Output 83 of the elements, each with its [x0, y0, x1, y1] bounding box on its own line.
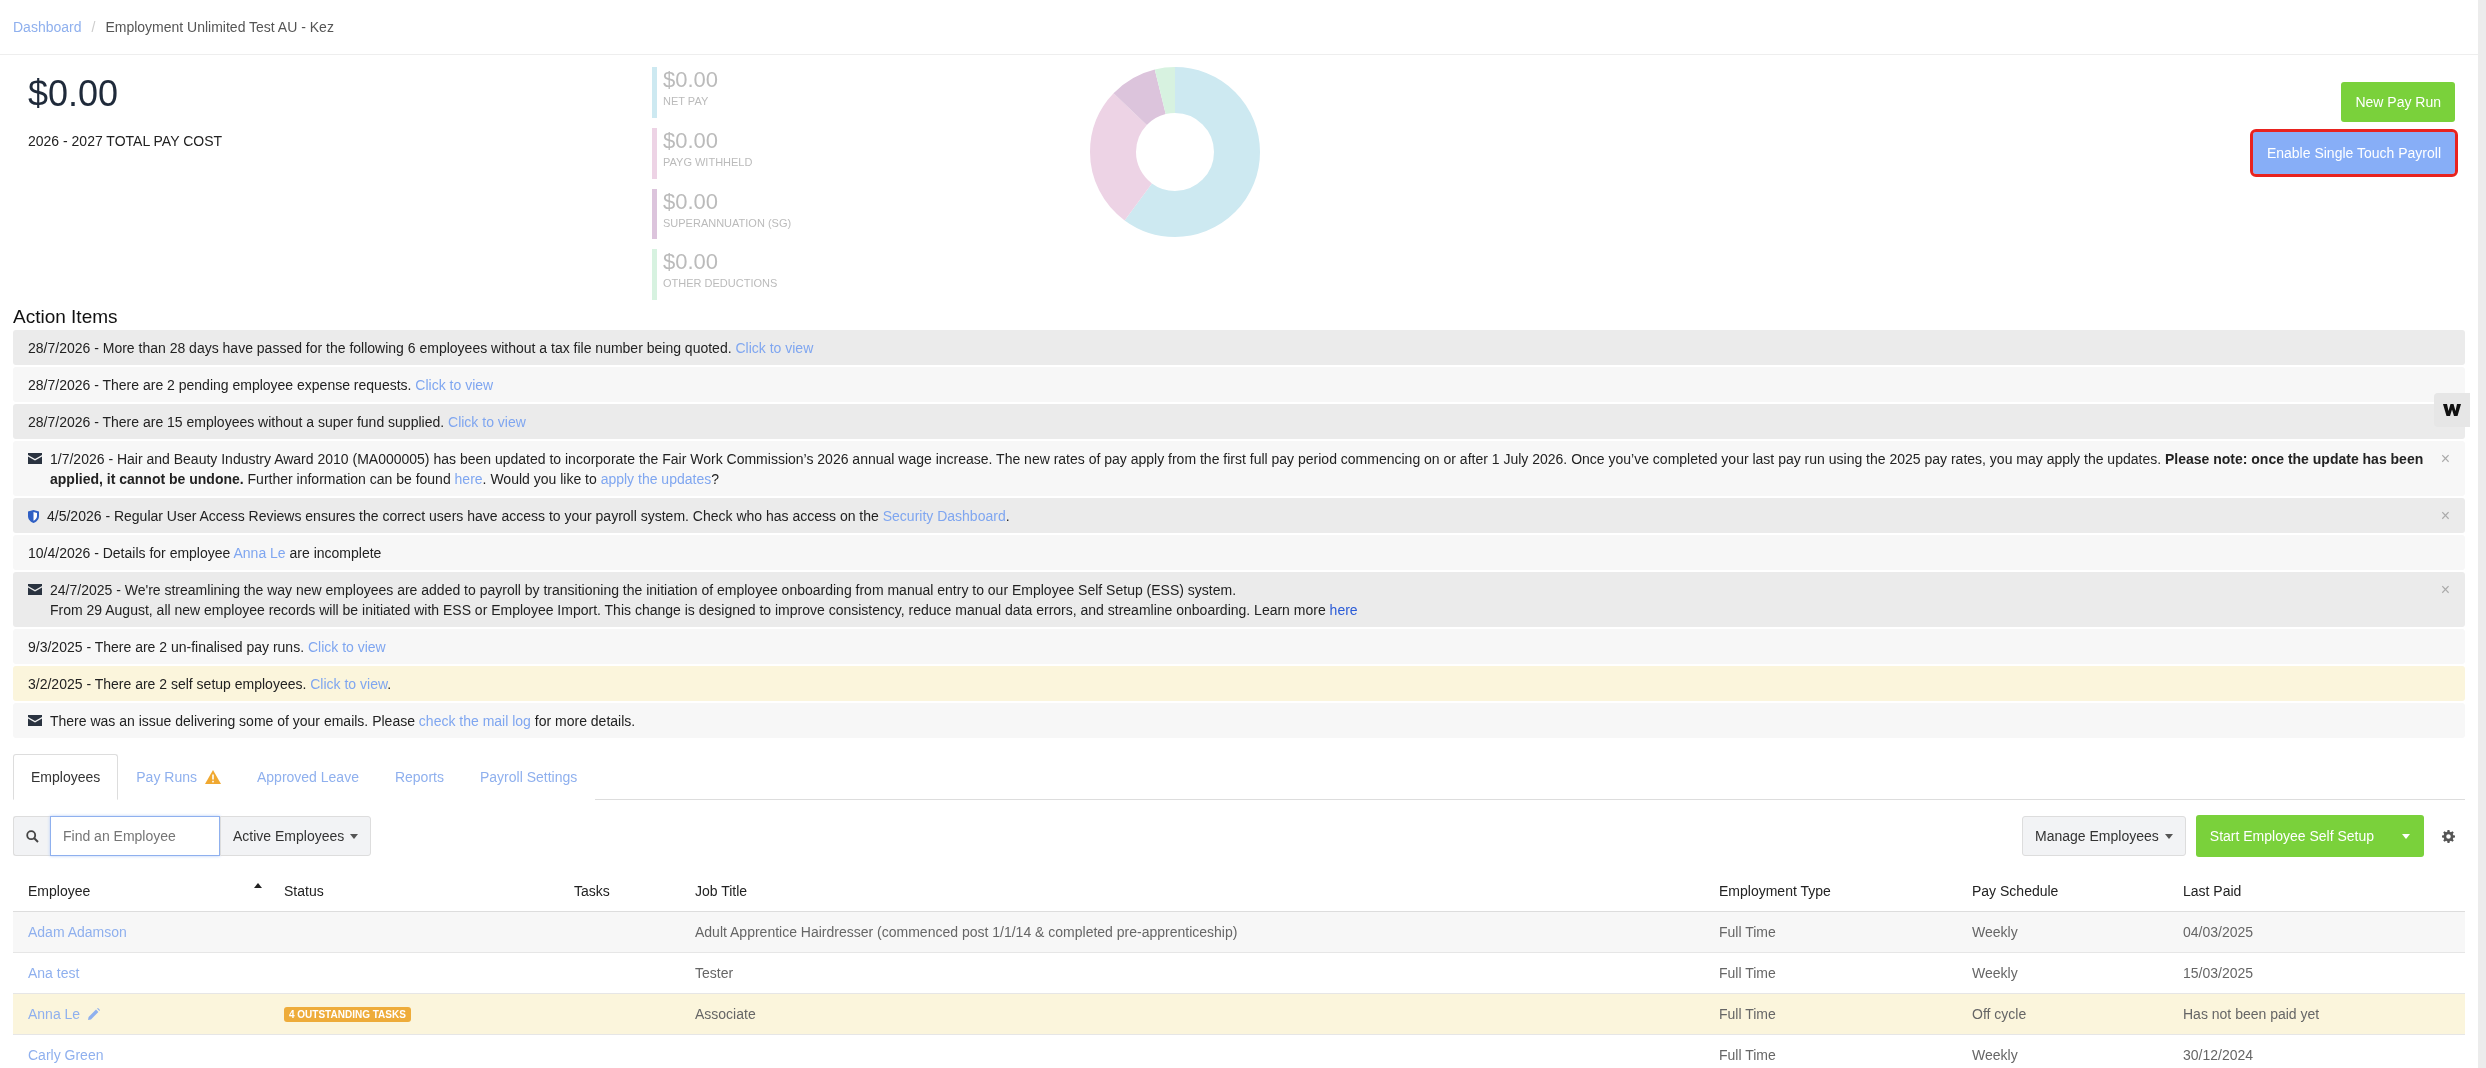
table-cell: Full Time [1719, 1047, 1776, 1063]
link[interactable]: Click to view [735, 340, 814, 356]
close-button[interactable]: × [2440, 449, 2450, 469]
caret-icon [2164, 833, 2173, 839]
column-header[interactable]: Tasks [574, 882, 610, 899]
table-cell: Adult Apprentice Hairdresser (commenced post 1/1/14 & completed pre-apprenticeship) [695, 924, 1238, 940]
breadcrumb-separator: / [91, 19, 96, 35]
link[interactable]: here [1329, 602, 1358, 618]
link[interactable]: Security Dashboard [882, 508, 1006, 524]
action-item-text: 3/2/2025 - There are 2 self setup employees. Click to view. [28, 675, 393, 694]
widget-logo-button[interactable] [2434, 393, 2470, 427]
legend-label: PAYG WITHHELD [663, 155, 753, 168]
settings-icon[interactable] [2442, 829, 2455, 843]
link[interactable]: Click to view [415, 377, 494, 393]
mail-icon [28, 715, 42, 726]
table-cell: Tester [695, 965, 734, 981]
link[interactable]: Click to view [307, 639, 386, 655]
table-cell: 30/12/2024 [2183, 1047, 2254, 1063]
table-cell: Full Time [1719, 1006, 1776, 1022]
tab[interactable]: Employees [13, 754, 119, 800]
employee-link[interactable]: Ana test [28, 965, 80, 981]
shield-icon [28, 510, 39, 523]
table-cell: Off cycle [1972, 1006, 2027, 1022]
action-item-text: 28/7/2026 - There are 2 pending employee expense requests. Click to view [28, 376, 495, 395]
column-header[interactable]: Job Title [695, 882, 748, 899]
employee-link[interactable]: Carly Green [28, 1047, 104, 1063]
action-item-text: 10/4/2026 - Details for employee Anna Le are incomplete [28, 544, 383, 563]
start-self-setup-button[interactable]: Start Employee Self Setup [2195, 815, 2424, 857]
table-cell: Full Time [1719, 965, 1776, 981]
table-cell: Weekly [1972, 1047, 2018, 1063]
action-item-text: 1/7/2026 - Hair and Beauty Industry Award 2010 (MA000005) has been updated to incorporate the Fair Work Commission’s 2026 annual wage increase. The new rates of pay apply from the first full pay period commencing on or after 1 July 2026. Once you’ve completed your last pay run using the 2025 pay rates, you may apply the updates. Please note: once the update has been applied, it cannot be undone. Further information can be found here. Would you like to apply the updates? [50, 450, 2425, 489]
table-cell: 15/03/2025 [2183, 965, 2254, 981]
total-amount: $0.00 [28, 73, 119, 115]
column-header[interactable]: Employment Type [1719, 882, 1831, 899]
search-icon [25, 829, 39, 843]
legend-amount: $0.00 [663, 67, 719, 93]
enable-stp-button[interactable]: Enable Single Touch Payroll [2252, 132, 2455, 174]
table-cell: Weekly [1972, 965, 2018, 981]
table-cell: 04/03/2025 [2183, 924, 2254, 940]
caret-icon [350, 833, 359, 839]
search-field[interactable]: Find an Employee [50, 816, 220, 856]
employee-link[interactable]: Adam Adamson [28, 924, 127, 940]
action-item-text: There was an issue delivering some of your emails. Please check the mail log for more details. [50, 712, 637, 731]
manage-employees-dropdown[interactable]: Manage Employees [2022, 816, 2186, 856]
breadcrumb-current: Employment Unlimited Test AU - Kez [105, 19, 334, 35]
total-label: 2026 - 2027 TOTAL PAY COST [28, 133, 223, 149]
column-header[interactable]: Last Paid [2183, 882, 2242, 899]
section-title: Action Items [12, 305, 119, 329]
new-pay-run-button[interactable]: New Pay Run [2341, 82, 2455, 122]
column-header[interactable]: Pay Schedule [1972, 882, 2059, 899]
column-header[interactable]: Employee [28, 882, 91, 899]
action-item-text: 28/7/2026 - More than 28 days have passed for the following 6 employees without a tax file number being quoted. Click to view [28, 339, 815, 358]
link[interactable]: here [454, 471, 483, 487]
legend-label: NET PAY [663, 95, 709, 107]
mail-icon [28, 584, 42, 595]
link[interactable]: apply the updates [600, 471, 712, 487]
action-item-text: 24/7/2025 - We're streamlining the way new employees are added to payroll by transitioning the initiation of employee onboarding from manual entry to our Employee Self Setup (ESS) system. From 29 August, all new employee records will be initiated with ESS or Employee Import. This change is designed to improve consistency, reduce manual data errors, and streamline onboarding. Learn more here [50, 581, 1359, 620]
close-button[interactable]: × [2440, 506, 2450, 526]
w-logo-icon [2443, 404, 2461, 416]
legend-amount: $0.00 [663, 188, 719, 215]
legend-label: OTHER DEDUCTIONS [663, 277, 778, 290]
employee-link[interactable]: Anna Le [28, 1006, 81, 1022]
legend-amount: $0.00 [663, 127, 719, 154]
mail-icon [28, 453, 42, 464]
breadcrumb-link[interactable]: Dashboard [13, 19, 82, 35]
close-button[interactable]: × [2440, 580, 2450, 600]
legend-label: SUPERANNUATION (SG) [663, 216, 792, 229]
sort-icon [254, 882, 262, 888]
table-cell: Weekly [1972, 924, 2018, 940]
table-cell: Has not been paid yet [2183, 1006, 2320, 1022]
table-cell: Full Time [1719, 924, 1776, 940]
link[interactable]: Click to view [448, 414, 526, 430]
link[interactable]: Anna Le [233, 545, 286, 561]
action-item-text: 9/3/2025 - There are 2 un-finalised pay runs. Click to view [28, 638, 387, 657]
legend-amount: $0.00 [663, 249, 719, 276]
action-item-text: 4/5/2026 - Regular User Access Reviews ensures the correct users have access to your payroll system. Check who has access on the Security Dashboard. [47, 507, 1011, 526]
caret-icon [2402, 833, 2410, 839]
filter-dropdown[interactable]: Active Employees [220, 816, 372, 856]
link[interactable]: check the mail log [418, 713, 531, 729]
status-badge: 4 OUTSTANDING TASKS [284, 1006, 411, 1022]
search-button[interactable] [13, 816, 50, 856]
column-header[interactable]: Status [284, 882, 324, 899]
table-cell: Associate [695, 1006, 756, 1022]
